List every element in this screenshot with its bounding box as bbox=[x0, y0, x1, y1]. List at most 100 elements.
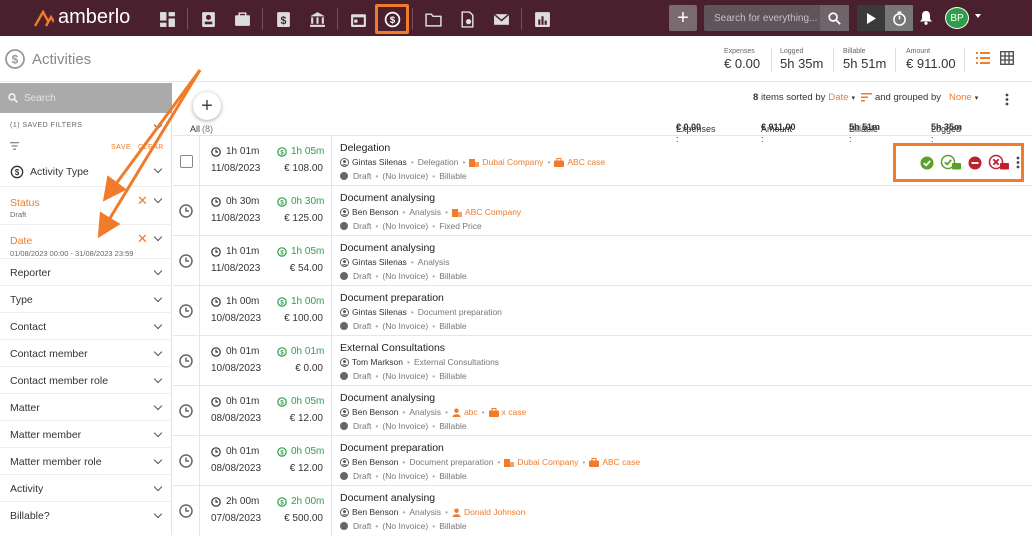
activity-type-filter[interactable]: $ Activity Type bbox=[0, 160, 172, 184]
activity-title[interactable]: Document analysing bbox=[340, 192, 435, 204]
table-row[interactable]: 2h 00m $2h 00m 07/08/2023 € 500.00 Document … bbox=[173, 485, 1032, 536]
activities-icon[interactable]: $ bbox=[375, 4, 409, 34]
row-select[interactable] bbox=[173, 386, 200, 436]
matter-link[interactable]: ABC case bbox=[602, 457, 640, 467]
status-chevron-icon[interactable] bbox=[153, 194, 163, 204]
filter-matter-member-role[interactable]: Matter member role bbox=[0, 447, 172, 474]
status-filter[interactable]: Status Draft ✕ bbox=[0, 186, 172, 224]
matter-link[interactable]: x case bbox=[502, 407, 527, 417]
filter-matter-member[interactable]: Matter member bbox=[0, 420, 172, 447]
global-search-input[interactable] bbox=[704, 6, 820, 30]
chevron-down-icon[interactable] bbox=[153, 428, 163, 438]
chevron-down-icon[interactable] bbox=[153, 347, 163, 357]
row-select[interactable] bbox=[173, 336, 200, 386]
row-select[interactable] bbox=[173, 286, 200, 336]
filter-billable[interactable]: Billable? bbox=[0, 501, 172, 528]
filter-type[interactable]: Type bbox=[0, 285, 172, 312]
notifications-bell-icon[interactable] bbox=[919, 10, 933, 28]
start-timer-button[interactable] bbox=[857, 5, 885, 31]
contacts-icon[interactable] bbox=[191, 4, 225, 34]
person-link[interactable]: Donald Johnson bbox=[464, 507, 525, 517]
filter-contact-member[interactable]: Contact member bbox=[0, 339, 172, 366]
user-menu-caret-icon[interactable] bbox=[975, 14, 981, 18]
clear-date-close-icon[interactable]: ✕ bbox=[137, 231, 148, 247]
row-checkbox[interactable] bbox=[179, 154, 193, 168]
table-row[interactable]: 1h 01m $1h 05m 11/08/2023 € 108.00 Delegatio… bbox=[173, 135, 1032, 186]
user-avatar[interactable]: BP bbox=[945, 7, 969, 29]
row-kebab-icon[interactable] bbox=[1016, 156, 1020, 169]
date-chevron-icon[interactable] bbox=[153, 232, 163, 242]
activity-title[interactable]: Document preparation bbox=[340, 442, 444, 454]
person-link[interactable]: abc bbox=[464, 407, 478, 417]
contact-link[interactable]: Dubai Company bbox=[482, 157, 543, 167]
approve-with-note-icon[interactable] bbox=[940, 154, 962, 171]
chevron-down-icon[interactable] bbox=[153, 374, 163, 384]
chevron-down-icon[interactable] bbox=[153, 293, 163, 303]
approve-check-icon[interactable] bbox=[920, 156, 934, 170]
chevron-down-icon[interactable] bbox=[153, 320, 163, 330]
sort-field-dropdown[interactable]: Date bbox=[828, 92, 848, 103]
activity-status: Draft • (No Invoice) • Billable bbox=[340, 471, 467, 481]
table-row[interactable]: 0h 01m $0h 01m 10/08/2023 € 0.00 External Co… bbox=[173, 335, 1032, 386]
filter-reporter[interactable]: Reporter bbox=[0, 258, 172, 285]
reject-minus-icon[interactable] bbox=[968, 156, 982, 170]
filter-matter[interactable]: Matter bbox=[0, 393, 172, 420]
search-button[interactable] bbox=[820, 5, 849, 31]
chevron-down-icon[interactable] bbox=[153, 455, 163, 465]
calendar-icon[interactable] bbox=[341, 4, 375, 34]
list-view-icon[interactable] bbox=[976, 52, 990, 67]
matters-icon[interactable] bbox=[225, 4, 259, 34]
billing-icon[interactable]: $ bbox=[266, 4, 300, 34]
filter-contact[interactable]: Contact bbox=[0, 312, 172, 339]
quick-add-button[interactable]: + bbox=[669, 5, 697, 31]
add-activity-button[interactable]: + bbox=[193, 92, 221, 120]
table-row[interactable]: 1h 01m $1h 05m 11/08/2023 € 54.00 Document a… bbox=[173, 235, 1032, 286]
chevron-down-icon[interactable] bbox=[153, 266, 163, 276]
list-options-kebab-icon[interactable] bbox=[1005, 93, 1009, 109]
save-filter-button[interactable]: SAVE bbox=[111, 144, 131, 151]
row-select[interactable] bbox=[173, 486, 200, 536]
matter-link[interactable]: ABC case bbox=[567, 157, 605, 167]
activity-title[interactable]: Document preparation bbox=[340, 292, 444, 304]
documents-icon[interactable] bbox=[450, 4, 484, 34]
contact-link[interactable]: ABC Company bbox=[465, 207, 521, 217]
logged-time: 2h 00m bbox=[211, 496, 259, 507]
row-select[interactable] bbox=[173, 186, 200, 236]
grid-view-icon[interactable] bbox=[999, 50, 1015, 68]
reports-icon[interactable] bbox=[525, 4, 559, 34]
folder-icon[interactable] bbox=[416, 4, 450, 34]
mail-icon[interactable] bbox=[484, 4, 518, 34]
row-select[interactable] bbox=[173, 136, 200, 186]
chevron-down-icon[interactable] bbox=[153, 509, 163, 519]
activity-title[interactable]: External Consultations bbox=[340, 342, 445, 354]
timer-button[interactable] bbox=[885, 5, 913, 31]
row-select[interactable] bbox=[173, 236, 200, 286]
reject-with-note-icon[interactable] bbox=[988, 154, 1010, 171]
clear-status-close-icon[interactable]: ✕ bbox=[137, 193, 148, 209]
group-caret-icon[interactable]: ▾ bbox=[975, 94, 979, 102]
row-select[interactable] bbox=[173, 436, 200, 486]
activity-title[interactable]: Document analysing bbox=[340, 492, 435, 504]
activity-title[interactable]: Document analysing bbox=[340, 242, 435, 254]
clear-filter-button[interactable]: CLEAR bbox=[138, 144, 164, 151]
sort-caret-icon[interactable]: ▾ bbox=[851, 94, 855, 102]
filter-activity[interactable]: Activity bbox=[0, 474, 172, 501]
sort-direction-icon[interactable] bbox=[860, 93, 872, 102]
contact-link[interactable]: Dubai Company bbox=[517, 457, 578, 467]
activity-title[interactable]: Delegation bbox=[340, 142, 390, 154]
table-row[interactable]: 0h 01m $0h 05m 08/08/2023 € 12.00 Document a… bbox=[173, 385, 1032, 436]
bank-icon[interactable] bbox=[300, 4, 334, 34]
app-logo[interactable]: amberlo bbox=[34, 6, 130, 29]
group-field-dropdown[interactable]: None bbox=[949, 92, 972, 103]
saved-filters-toggle[interactable]: (1) SAVED FILTERS bbox=[10, 122, 82, 129]
sidebar-search-input[interactable] bbox=[24, 92, 164, 104]
chevron-down-icon[interactable] bbox=[153, 482, 163, 492]
saved-filters-chevron-icon[interactable] bbox=[153, 120, 163, 130]
activity-title[interactable]: Document analysing bbox=[340, 392, 435, 404]
dashboard-icon[interactable] bbox=[150, 4, 184, 34]
table-row[interactable]: 1h 00m $1h 00m 10/08/2023 € 100.00 Document … bbox=[173, 285, 1032, 336]
table-row[interactable]: 0h 01m $0h 05m 08/08/2023 € 12.00 Document p… bbox=[173, 435, 1032, 486]
table-row[interactable]: 0h 30m $0h 30m 11/08/2023 € 125.00 Document … bbox=[173, 185, 1032, 236]
filter-contact-member-role[interactable]: Contact member role bbox=[0, 366, 172, 393]
chevron-down-icon[interactable] bbox=[153, 401, 163, 411]
